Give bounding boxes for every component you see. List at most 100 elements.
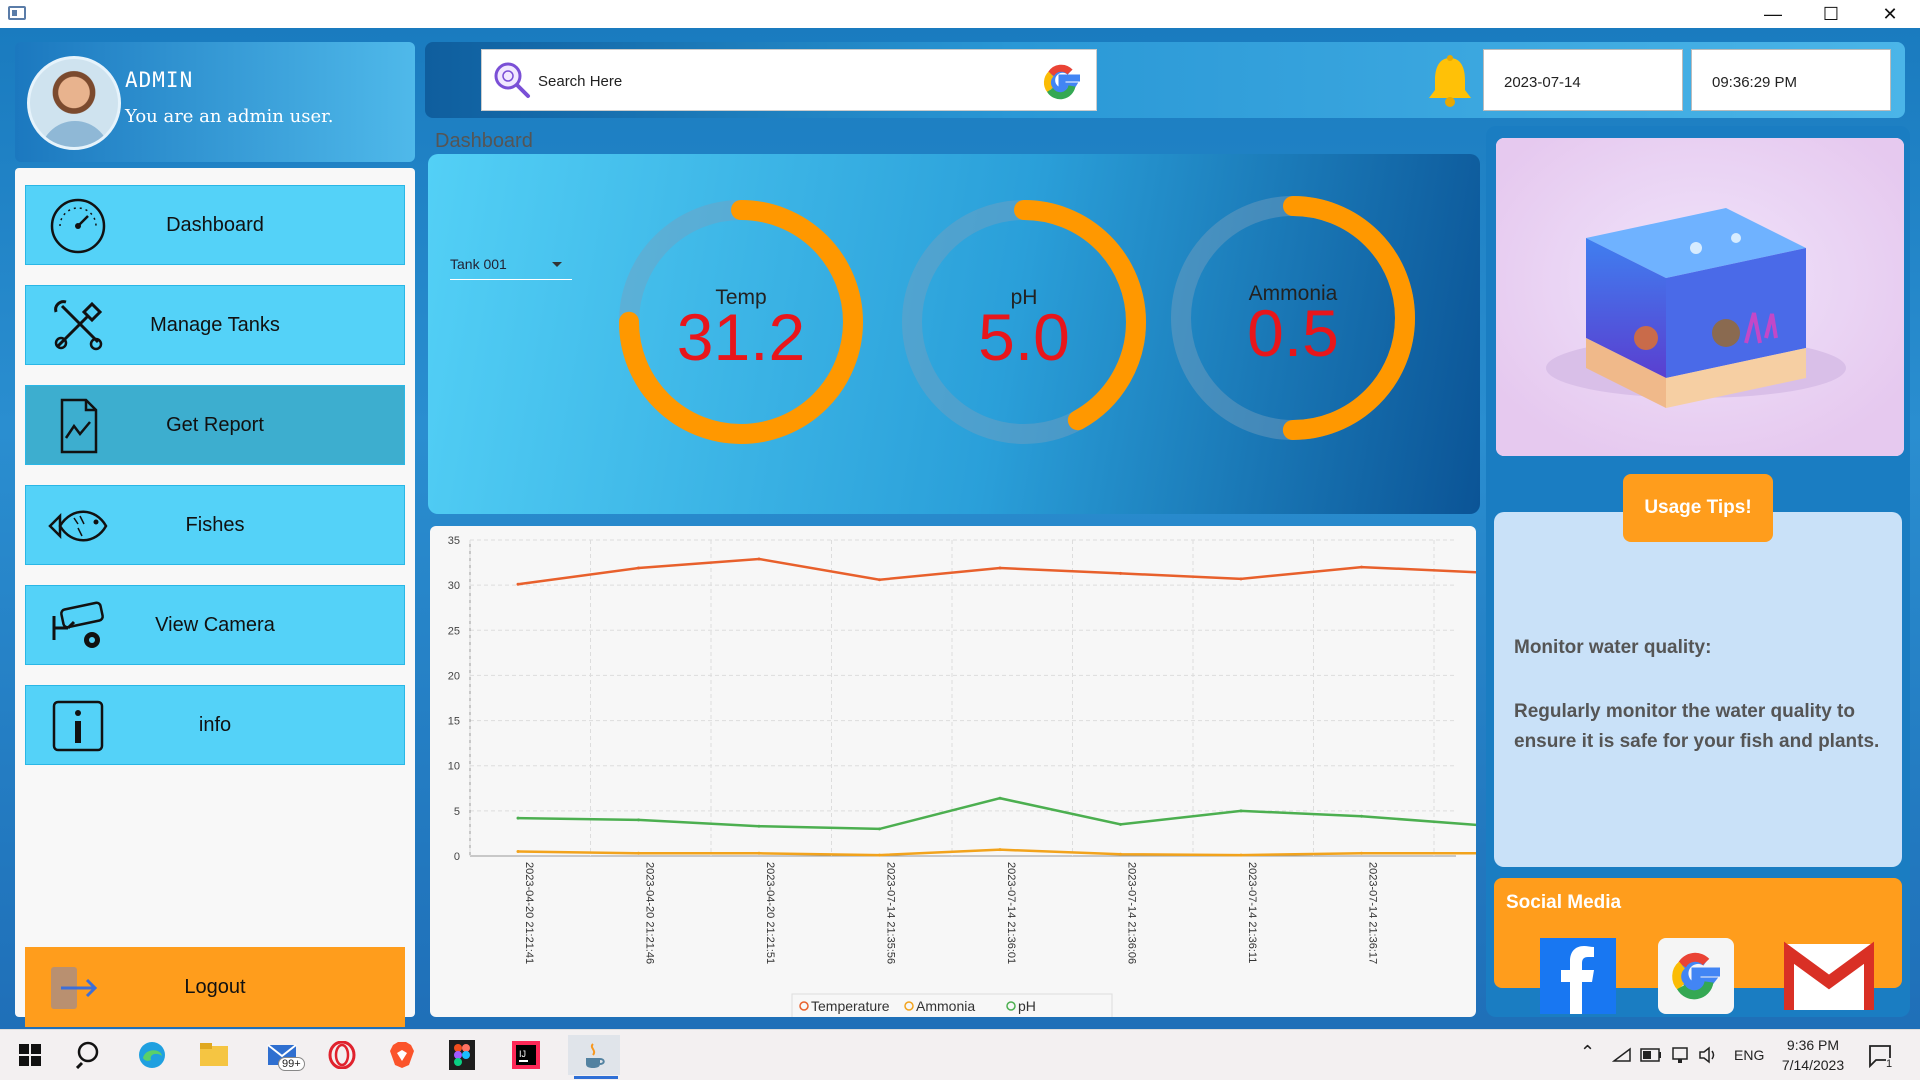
date-display: 2023-07-14 xyxy=(1483,49,1683,111)
folder-icon xyxy=(200,1043,228,1066)
clock-time: 9:36 PM xyxy=(1786,1037,1840,1053)
taskbar-file-explorer[interactable] xyxy=(194,1035,234,1075)
series-line-temperature xyxy=(517,557,1476,586)
clock-date: 7/14/2023 xyxy=(1781,1057,1845,1073)
gauge-ammonia-value: 0.5 xyxy=(1247,296,1339,370)
data-point-ph xyxy=(998,796,1002,800)
data-point-ph xyxy=(1360,814,1363,818)
legend-label: pH xyxy=(1018,998,1036,1014)
x-tick-label: 2023-07-14 21:35:56 xyxy=(885,862,897,964)
y-tick-label: 20 xyxy=(448,670,460,682)
data-point-ph xyxy=(757,824,761,828)
sidebar-item-dashboard[interactable]: Dashboard xyxy=(25,185,405,265)
data-point-ammonia xyxy=(516,849,520,853)
gauge-temp-value: 31.2 xyxy=(677,300,805,374)
data-point-ammonia xyxy=(637,851,640,855)
sidebar-item-get-report[interactable]: Get Report xyxy=(25,385,405,465)
data-point-temperature xyxy=(637,566,640,570)
series-line-ph xyxy=(517,796,1476,831)
sidebar-item-info[interactable]: info xyxy=(25,685,405,765)
data-point-ammonia xyxy=(1360,851,1363,855)
data-point-ph xyxy=(516,816,520,820)
taskbar-edge[interactable] xyxy=(132,1035,172,1075)
y-tick-label: 35 xyxy=(448,535,460,547)
tips-body: Regularly monitor the water quality to e… xyxy=(1514,701,1880,752)
data-point-ammonia xyxy=(878,853,881,857)
device-icon[interactable] xyxy=(1670,1046,1690,1064)
report-icon xyxy=(60,398,98,454)
x-tick-label: 2023-07-14 21:36:01 xyxy=(1005,862,1017,964)
taskbar-java-app[interactable] xyxy=(568,1035,620,1075)
data-point-temperature xyxy=(878,578,881,582)
search-icon[interactable] xyxy=(492,60,532,100)
sidebar-item-view-camera[interactable]: View Camera xyxy=(25,585,405,665)
opera-icon xyxy=(328,1041,356,1069)
active-app-indicator xyxy=(574,1076,618,1079)
minimize-button[interactable]: — xyxy=(1745,0,1801,28)
chevron-up-icon[interactable]: ⌃ xyxy=(1580,1042,1595,1063)
sidebar: Dashboard Manage Tanks Get Report Fishes… xyxy=(15,168,415,1027)
edge-browser-icon xyxy=(139,1042,165,1068)
taskbar-mail[interactable]: 99+ xyxy=(262,1035,305,1075)
java-icon xyxy=(586,1043,605,1068)
taskbar-brave[interactable] xyxy=(382,1035,422,1075)
logout-button[interactable]: Logout xyxy=(25,947,405,1027)
bell-icon[interactable] xyxy=(1425,54,1475,108)
figma-icon xyxy=(449,1040,475,1070)
facebook-icon[interactable] xyxy=(1540,938,1616,1014)
data-point-ph xyxy=(1239,809,1243,813)
avatar xyxy=(27,56,121,150)
info-icon xyxy=(52,700,104,752)
data-point-ph xyxy=(1119,822,1122,826)
gauge-ph: pH 5.0 xyxy=(902,200,1146,444)
sidebar-item-fishes[interactable]: Fishes xyxy=(25,485,405,565)
network-icon[interactable] xyxy=(1612,1047,1632,1063)
profile-role: You are an admin user. xyxy=(125,106,334,127)
x-tick-label: 2023-07-14 21:36:11 xyxy=(1246,862,1258,963)
search-icon xyxy=(76,1041,99,1069)
taskbar-figma[interactable] xyxy=(442,1035,482,1075)
system-clock[interactable]: 9:36 PM 7/14/2023 xyxy=(1768,1035,1858,1075)
data-point-ammonia xyxy=(1239,853,1243,857)
profile-card: ADMIN You are an admin user. xyxy=(15,42,415,162)
tank-select[interactable]: Tank 001 xyxy=(450,250,572,280)
google-search-icon[interactable] xyxy=(1034,54,1090,110)
data-point-temperature xyxy=(757,557,761,561)
mail-badge: 99+ xyxy=(278,1057,305,1071)
app-root: ADMIN You are an admin user. Dashboard M… xyxy=(0,28,1920,1029)
gauge-temp: Temp 31.2 xyxy=(619,200,863,444)
y-tick-label: 15 xyxy=(448,716,460,728)
data-point-temperature xyxy=(998,566,1002,570)
taskbar-intellij[interactable]: IJ xyxy=(506,1035,546,1075)
chevron-down-icon xyxy=(552,262,562,267)
data-point-temperature xyxy=(516,582,520,586)
taskbar-search-button[interactable] xyxy=(70,1035,110,1075)
gauge-ph-value: 5.0 xyxy=(978,300,1070,374)
gauge-ammonia: Ammonia 0.5 xyxy=(1171,196,1415,440)
usage-tips-button[interactable]: Usage Tips! xyxy=(1623,474,1773,542)
maximize-button[interactable]: ☐ xyxy=(1803,0,1859,28)
top-bar: 2023-07-14 09:36:29 PM xyxy=(425,42,1905,118)
sidebar-item-manage-tanks[interactable]: Manage Tanks xyxy=(25,285,405,365)
data-point-ph xyxy=(637,818,640,822)
data-point-temperature xyxy=(1239,577,1243,581)
fish-icon xyxy=(48,510,108,542)
taskbar-opera[interactable] xyxy=(322,1035,362,1075)
window-titlebar: — ☐ ✕ xyxy=(0,0,1920,28)
start-button[interactable] xyxy=(10,1035,50,1075)
gauge-panel: Tank 001 Temp 31.2 pH 5.0 Ammonia 0.5 xyxy=(428,154,1480,514)
volume-icon[interactable] xyxy=(1698,1046,1718,1064)
search-box xyxy=(481,49,1097,111)
search-input[interactable] xyxy=(538,68,1018,94)
social-title: Social Media xyxy=(1506,892,1622,913)
language-indicator[interactable]: ENG xyxy=(1734,1047,1764,1063)
gmail-icon[interactable] xyxy=(1784,938,1874,1014)
x-tick-label: 2023-04-20 21:21:41 xyxy=(523,862,535,964)
battery-icon[interactable] xyxy=(1640,1048,1662,1062)
app-icon xyxy=(8,6,26,20)
close-button[interactable]: ✕ xyxy=(1862,0,1918,28)
x-tick-label: 2023-07-14 21:36:17 xyxy=(1367,862,1379,964)
tools-icon xyxy=(54,300,103,351)
series-line-ammonia xyxy=(517,848,1476,857)
google-icon[interactable] xyxy=(1658,938,1734,1014)
